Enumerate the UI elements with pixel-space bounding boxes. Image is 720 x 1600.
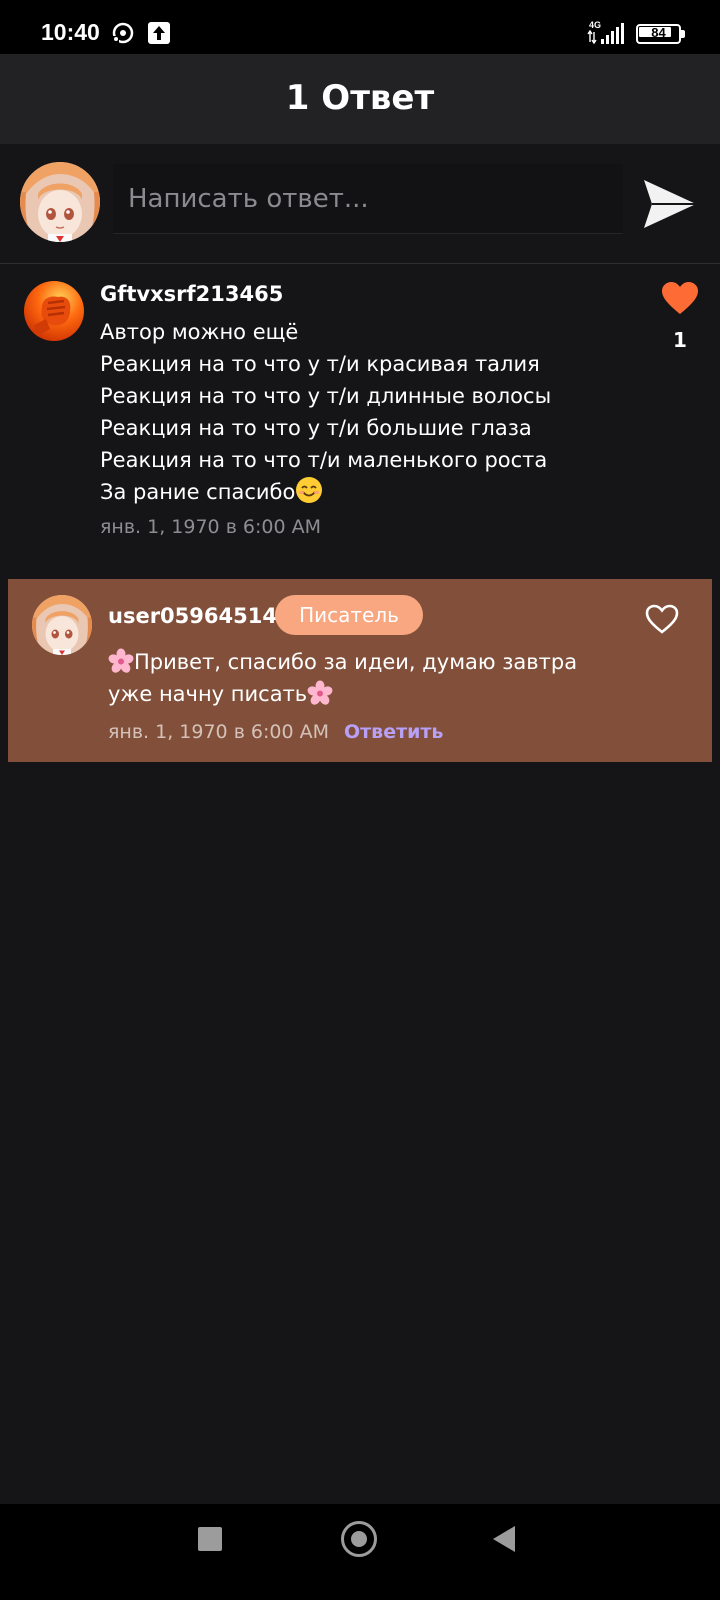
upload-icon — [148, 22, 170, 44]
signal-icon: 4G — [587, 20, 624, 45]
comment-timestamp: янв. 1, 1970 в 6:00 AM — [100, 516, 322, 538]
status-time: 10:40 — [41, 19, 100, 45]
comment-line: Реакция на то что т/и маленького роста — [100, 448, 548, 472]
page-title: 1 Ответ — [285, 78, 435, 118]
cherry-blossom-emoji — [108, 648, 134, 673]
battery-level: 84 — [651, 25, 666, 40]
svg-text:4G: 4G — [589, 20, 601, 30]
comment-line-text: За рание спасибо — [100, 480, 296, 504]
reply-line-text: уже начну писать — [108, 682, 308, 706]
reply: user05964514 Писатель Привет, спасибо за… — [8, 579, 712, 762]
heart-filled-icon[interactable] — [661, 281, 699, 315]
comment-line: Автор можно ещё — [100, 320, 299, 344]
reply-line-second: уже начну писать — [108, 678, 628, 710]
role-badge: Писатель — [275, 595, 423, 635]
reply-button[interactable]: Ответить — [344, 721, 443, 743]
status-bar: 10:40 4G 84 — [0, 0, 720, 54]
reply-composer — [0, 144, 720, 264]
user-avatar[interactable] — [20, 162, 100, 242]
comment-line: Реакция на то что у т/и красивая талия — [100, 352, 540, 376]
comment-line: Реакция на то что у т/и длинные волосы — [100, 384, 552, 408]
cast-icon — [112, 22, 134, 44]
header: 1 Ответ — [0, 54, 720, 144]
replier-avatar[interactable] — [32, 595, 92, 655]
reply-line-first: Привет, спасибо за идеи, думаю завтра — [108, 646, 628, 678]
smiling-face-emoji — [296, 477, 323, 503]
system-nav-bar — [0, 1504, 720, 1600]
comment: Gftvxsrf213465 Автор можно ещё Реакция н… — [0, 265, 720, 565]
reply-input[interactable] — [113, 164, 623, 234]
reply-line-text: Привет, спасибо за идеи, думаю завтра — [134, 650, 578, 674]
comment-line-last: За рание спасибо — [100, 476, 640, 508]
reply-author[interactable]: user05964514 — [108, 604, 277, 628]
home-button[interactable] — [341, 1521, 377, 1557]
back-button[interactable] — [493, 1526, 515, 1552]
comment-author[interactable]: Gftvxsrf213465 — [100, 282, 283, 306]
recents-button[interactable] — [198, 1527, 222, 1551]
comment-line: Реакция на то что у т/и большие глаза — [100, 416, 532, 440]
commenter-avatar[interactable] — [24, 281, 84, 341]
reply-timestamp: янв. 1, 1970 в 6:00 AM — [108, 721, 330, 743]
like-count: 1 — [673, 328, 687, 352]
reply-text: Привет, спасибо за идеи, думаю завтра уж… — [108, 646, 628, 710]
cherry-blossom-emoji — [307, 680, 333, 705]
send-icon[interactable] — [640, 174, 700, 234]
heart-outline-icon[interactable] — [645, 604, 679, 634]
battery-icon: 84 — [636, 24, 686, 44]
comment-text: Автор можно ещё Реакция на то что у т/и … — [100, 316, 640, 508]
